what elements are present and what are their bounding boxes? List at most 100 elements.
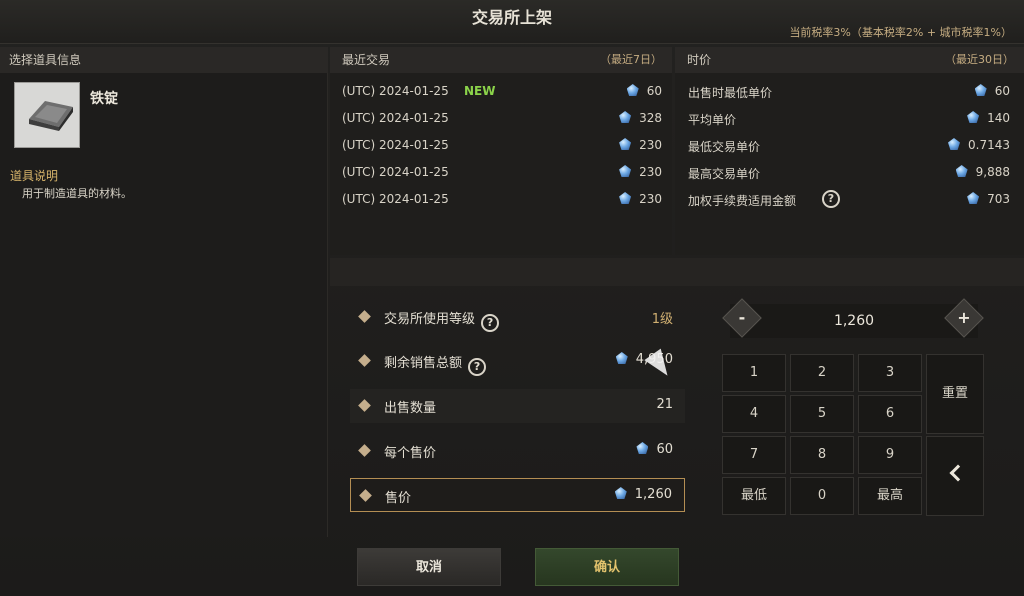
minus-icon: - — [738, 308, 746, 327]
key-7[interactable]: 7 — [722, 436, 786, 474]
price-row: 加权手续费适用金额 ? 703 — [688, 190, 1010, 212]
price-amount: 0.7143 — [968, 138, 1010, 152]
price-label: 出售时最低单价 — [688, 86, 773, 100]
recent-trades-range: （最近7日） — [600, 53, 662, 66]
crystal-currency-icon — [619, 138, 632, 150]
tax-note: 当前税率3%（基本税率2% + 城市税率1%） — [789, 26, 1012, 39]
trade-amount: 60 — [646, 84, 662, 98]
price-row: 平均单价 140 — [688, 111, 1010, 131]
price-row: 最低交易单价 0.7143 — [688, 138, 1010, 158]
item-info-header: 选择道具信息 — [0, 47, 328, 73]
crystal-currency-icon — [619, 165, 632, 177]
item-name: 铁锭 — [90, 91, 118, 107]
item-description: 用于制造道具的材料。 — [22, 187, 132, 200]
crystal-currency-icon — [948, 138, 960, 150]
trade-row: (UTC) 2024-01-25 230 — [342, 192, 662, 212]
divider-band — [330, 258, 1024, 286]
iron-ingot-icon[interactable] — [14, 82, 80, 148]
usage-level-value: 1级 — [651, 312, 673, 327]
key-6[interactable]: 6 — [858, 395, 922, 433]
price-amount: 60 — [994, 84, 1010, 98]
key-2[interactable]: 2 — [790, 354, 854, 392]
usage-level-label: 交易所使用等级 — [384, 312, 476, 327]
cancel-button[interactable]: 取消 — [357, 548, 501, 586]
key-8[interactable]: 8 — [790, 436, 854, 474]
trade-date: (UTC) 2024-01-25 — [342, 165, 449, 179]
remaining-sales-label: 剩余销售总额 — [384, 356, 463, 371]
quantity-display-value: 1,260 — [833, 313, 875, 329]
crystal-currency-icon — [967, 111, 980, 123]
market-price-title: 时价 — [687, 53, 712, 67]
key-max[interactable]: 最高 — [858, 477, 922, 515]
crystal-currency-icon — [955, 165, 968, 177]
trade-row: (UTC) 2024-01-25 328 — [342, 111, 662, 131]
price-row: 出售时最低单价 60 — [688, 84, 1010, 104]
remaining-sales-row: 剩余销售总额? 4,950 — [350, 344, 685, 378]
trade-date: (UTC) 2024-01-25 — [342, 138, 449, 152]
key-min[interactable]: 最低 — [722, 477, 786, 515]
confirm-button[interactable]: 确认 — [535, 548, 679, 586]
diamond-bullet-icon — [358, 399, 371, 412]
crystal-currency-icon — [619, 192, 632, 204]
trade-amount: 230 — [639, 138, 662, 152]
crystal-currency-icon — [619, 111, 632, 123]
recent-trades-header: 最近交易 （最近7日） — [330, 47, 672, 73]
sell-quantity-label: 出售数量 — [384, 401, 437, 416]
backspace-icon — [949, 464, 967, 482]
price-amount: 9,888 — [975, 165, 1010, 179]
plus-icon: + — [957, 308, 971, 327]
key-4[interactable]: 4 — [722, 395, 786, 433]
key-5[interactable]: 5 — [790, 395, 854, 433]
unit-price-label: 每个售价 — [384, 446, 437, 461]
diamond-bullet-icon — [358, 444, 371, 457]
sell-quantity-row[interactable]: 出售数量 21 — [350, 389, 685, 423]
quantity-display[interactable]: 1,260 — [730, 304, 978, 338]
item-info-header-label: 选择道具信息 — [9, 53, 82, 67]
reset-button[interactable]: 重置 — [926, 354, 984, 434]
price-label: 最低交易单价 — [688, 140, 761, 154]
listing-window: 交易所上架 当前税率3%（基本税率2% + 城市税率1%） 选择道具信息 铁锭 … — [0, 0, 1024, 596]
backspace-button[interactable] — [926, 436, 984, 516]
title-bar: 交易所上架 当前税率3%（基本税率2% + 城市税率1%） — [0, 0, 1024, 44]
market-price-header: 时价 （最近30日） — [675, 47, 1024, 73]
trade-date: (UTC) 2024-01-25 — [342, 84, 449, 98]
trade-row: (UTC) 2024-01-25 NEW 60 — [342, 84, 662, 104]
market-price-range: （最近30日） — [945, 53, 1014, 66]
unit-price-value[interactable]: 60 — [656, 442, 673, 457]
key-0[interactable]: 0 — [790, 477, 854, 515]
price-label: 平均单价 — [688, 113, 737, 127]
price-amount: 140 — [987, 111, 1010, 125]
price-label: 加权手续费适用金额 — [688, 194, 797, 208]
total-price-label: 售价 — [385, 491, 412, 506]
crystal-currency-icon — [636, 442, 649, 454]
diamond-bullet-icon — [359, 489, 372, 502]
crystal-currency-icon — [615, 352, 628, 364]
key-9[interactable]: 9 — [858, 436, 922, 474]
trade-amount: 230 — [639, 165, 662, 179]
help-icon[interactable]: ? — [822, 190, 840, 208]
trade-date: (UTC) 2024-01-25 — [342, 192, 449, 206]
trade-amount: 230 — [639, 192, 662, 206]
diamond-bullet-icon — [358, 354, 371, 367]
unit-price-row[interactable]: 每个售价 60 — [350, 434, 685, 468]
key-3[interactable]: 3 — [858, 354, 922, 392]
trade-row: (UTC) 2024-01-25 230 — [342, 165, 662, 185]
crystal-currency-icon — [974, 84, 987, 96]
diamond-bullet-icon — [358, 310, 371, 323]
crystal-currency-icon — [626, 84, 639, 96]
price-amount: 703 — [987, 192, 1010, 206]
key-1[interactable]: 1 — [722, 354, 786, 392]
crystal-currency-icon — [614, 487, 627, 499]
price-row: 最高交易单价 9,888 — [688, 165, 1010, 185]
usage-level-row: 交易所使用等级? 1级 — [350, 300, 685, 334]
help-icon[interactable]: ? — [481, 314, 500, 332]
trade-row: (UTC) 2024-01-25 230 — [342, 138, 662, 158]
new-badge: NEW — [464, 84, 496, 98]
help-icon[interactable]: ? — [468, 358, 487, 376]
item-description-header: 道具说明 — [10, 169, 59, 183]
total-price-row[interactable]: 售价 1,260 — [350, 478, 685, 512]
recent-trades-title: 最近交易 — [342, 53, 391, 67]
total-price-value: 1,260 — [634, 487, 672, 502]
trade-amount: 328 — [639, 111, 662, 125]
sell-quantity-value[interactable]: 21 — [656, 397, 673, 412]
